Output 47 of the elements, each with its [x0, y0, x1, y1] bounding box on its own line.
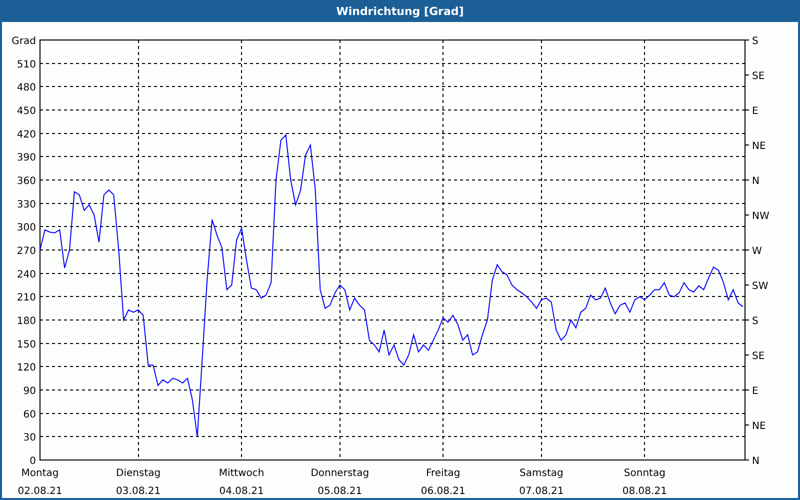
date-label: 03.08.21 [116, 486, 161, 497]
date-label: 08.08.21 [622, 486, 667, 497]
compass-tick-label: E [752, 106, 758, 117]
y-tick-label: 90 [23, 386, 36, 397]
y-tick-label: 30 [23, 432, 36, 444]
compass-tick-label: NW [752, 211, 770, 222]
day-label: Freitag [426, 468, 460, 479]
date-label: 07.08.21 [519, 486, 564, 497]
compass-tick-label: NE [752, 141, 766, 152]
compass-tick-label: W [752, 246, 762, 257]
day-label: Mittwoch [218, 468, 264, 479]
y-tick-label: 300 [16, 222, 36, 234]
compass-tick-label: S [752, 316, 758, 327]
date-label: 04.08.21 [219, 486, 264, 497]
compass-tick-label: E [752, 386, 758, 397]
y-tick-label: 0 [30, 456, 36, 467]
day-label: Donnerstag [310, 468, 370, 479]
compass-tick-label: N [752, 456, 760, 467]
y-tick-label: 180 [16, 316, 36, 327]
day-label: Montag [21, 468, 59, 479]
compass-tick-label: SE [752, 351, 765, 362]
compass-tick-label: NE [752, 421, 766, 432]
compass-tick-label: SE [752, 71, 765, 82]
day-label: Sonntag [624, 468, 666, 479]
y-tick-label: 150 [16, 339, 36, 350]
y-tick-label: 270 [16, 246, 36, 257]
date-label: 02.08.21 [18, 486, 62, 497]
y-tick-label: 60 [23, 409, 36, 420]
y-tick-label: 360 [16, 176, 36, 187]
date-label: 05.08.21 [318, 486, 362, 497]
y-tick-label: 240 [16, 269, 36, 280]
compass-tick-label: SW [752, 281, 768, 292]
y-tick-label: 480 [16, 82, 36, 94]
compass-tick-label: N [752, 176, 760, 187]
chart-title: Windrichtung [Grad] [336, 4, 464, 18]
y-tick-label: 420 [16, 129, 36, 140]
y-tick-label: 210 [16, 292, 36, 304]
y-tick-label: 450 [16, 106, 36, 117]
day-label: Samstag [520, 468, 564, 479]
date-label: 06.08.21 [420, 486, 466, 497]
y-axis-title: Grad [12, 36, 36, 47]
compass-tick-label: S [752, 36, 758, 47]
y-tick-label: 390 [16, 152, 36, 164]
y-tick-label: 330 [16, 199, 36, 210]
y-tick-label: 120 [16, 362, 36, 374]
day-label: Dienstag [116, 468, 161, 479]
y-tick-label: 510 [16, 59, 36, 70]
